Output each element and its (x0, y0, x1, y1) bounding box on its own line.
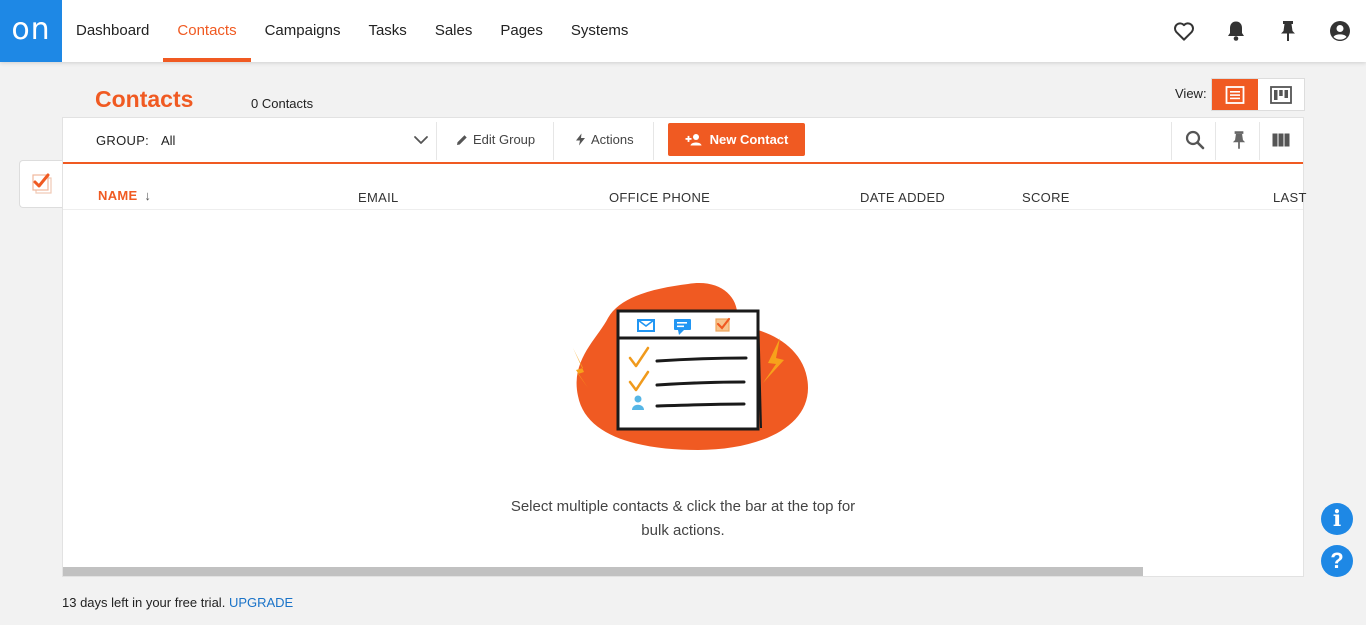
pin-icon[interactable] (1262, 0, 1314, 62)
toolbar-divider (553, 122, 554, 160)
toolbar-divider (1215, 122, 1216, 160)
contacts-panel: GROUP: All Edit Group Actions New Contac… (62, 117, 1306, 577)
empty-state-line-1: Select multiple contacts & click the bar… (510, 498, 856, 515)
task-checklist-tab[interactable] (19, 160, 63, 208)
group-select-value[interactable]: All (161, 133, 175, 148)
nav-item-systems[interactable]: Systems (557, 0, 643, 62)
empty-state-line-2: bulk actions. (641, 522, 725, 539)
sort-arrow-icon: ↓ (144, 188, 152, 203)
main-nav: Dashboard Contacts Campaigns Tasks Sales… (62, 0, 642, 62)
view-toggle (1211, 78, 1305, 111)
empty-state-message: Select multiple contacts & click the bar… (473, 495, 893, 543)
bell-icon[interactable] (1210, 0, 1262, 62)
trial-notice: 13 days left in your free trial. UPGRADE (62, 595, 293, 610)
add-user-icon (685, 134, 702, 146)
view-label: View: (1175, 86, 1207, 101)
group-label: GROUP: (96, 133, 150, 148)
top-nav: on Dashboard Contacts Campaigns Tasks Sa… (0, 0, 1366, 62)
nav-icons (1158, 0, 1366, 62)
nav-item-tasks[interactable]: Tasks (354, 0, 420, 62)
nav-item-sales[interactable]: Sales (421, 0, 487, 62)
column-header-name[interactable]: NAME ↓ (98, 188, 151, 203)
upgrade-link[interactable]: UPGRADE (229, 595, 293, 610)
pin-icon[interactable] (1217, 118, 1261, 162)
empty-state-illustration (573, 283, 808, 450)
column-header-date-added[interactable]: DATE ADDED (860, 190, 945, 205)
pencil-icon (457, 134, 467, 145)
toolbar-divider (1171, 122, 1172, 160)
nav-item-campaigns[interactable]: Campaigns (251, 0, 355, 62)
new-contact-label: New Contact (709, 132, 789, 147)
column-header-office-phone[interactable]: OFFICE PHONE (609, 190, 710, 205)
columns-icon[interactable] (1259, 118, 1303, 162)
nav-item-pages[interactable]: Pages (486, 0, 557, 62)
heart-icon[interactable] (1158, 0, 1210, 62)
search-icon[interactable] (1173, 118, 1217, 162)
horizontal-scrollbar-thumb[interactable] (63, 567, 1143, 576)
actions-button[interactable]: Actions (575, 132, 634, 147)
lightning-icon (576, 133, 585, 146)
list-view-button[interactable] (1212, 79, 1258, 110)
info-icon[interactable]: i (1321, 503, 1353, 535)
checklist-icon (31, 173, 52, 194)
column-header-email[interactable]: EMAIL (358, 190, 399, 205)
edit-group-button[interactable]: Edit Group (456, 132, 535, 147)
account-icon[interactable] (1314, 0, 1366, 62)
help-icon[interactable]: ? (1321, 545, 1353, 577)
edit-group-label: Edit Group (473, 132, 536, 147)
kanban-view-button[interactable] (1258, 79, 1304, 110)
list-view-icon (1225, 85, 1245, 104)
column-header-score[interactable]: SCORE (1022, 190, 1070, 205)
actions-label: Actions (591, 132, 634, 147)
column-header-label: NAME (98, 188, 138, 203)
toolbar-divider (436, 122, 437, 160)
kanban-view-icon (1270, 85, 1292, 104)
chevron-down-icon[interactable] (413, 132, 429, 153)
page-title: Contacts (95, 86, 194, 112)
contacts-toolbar: GROUP: All Edit Group Actions New Contac… (63, 118, 1303, 164)
nav-item-contacts[interactable]: Contacts (163, 0, 251, 62)
table-header: NAME ↓ EMAIL OFFICE PHONE DATE ADDED SCO… (63, 164, 1306, 210)
toolbar-divider (653, 122, 654, 160)
column-header-last[interactable]: LAST (1273, 190, 1307, 205)
nav-item-dashboard[interactable]: Dashboard (62, 0, 163, 62)
trial-text: 13 days left in your free trial. (62, 595, 226, 610)
new-contact-button[interactable]: New Contact (668, 123, 805, 156)
app-logo[interactable]: on (0, 0, 62, 62)
contact-count: 0 Contacts (251, 96, 314, 111)
